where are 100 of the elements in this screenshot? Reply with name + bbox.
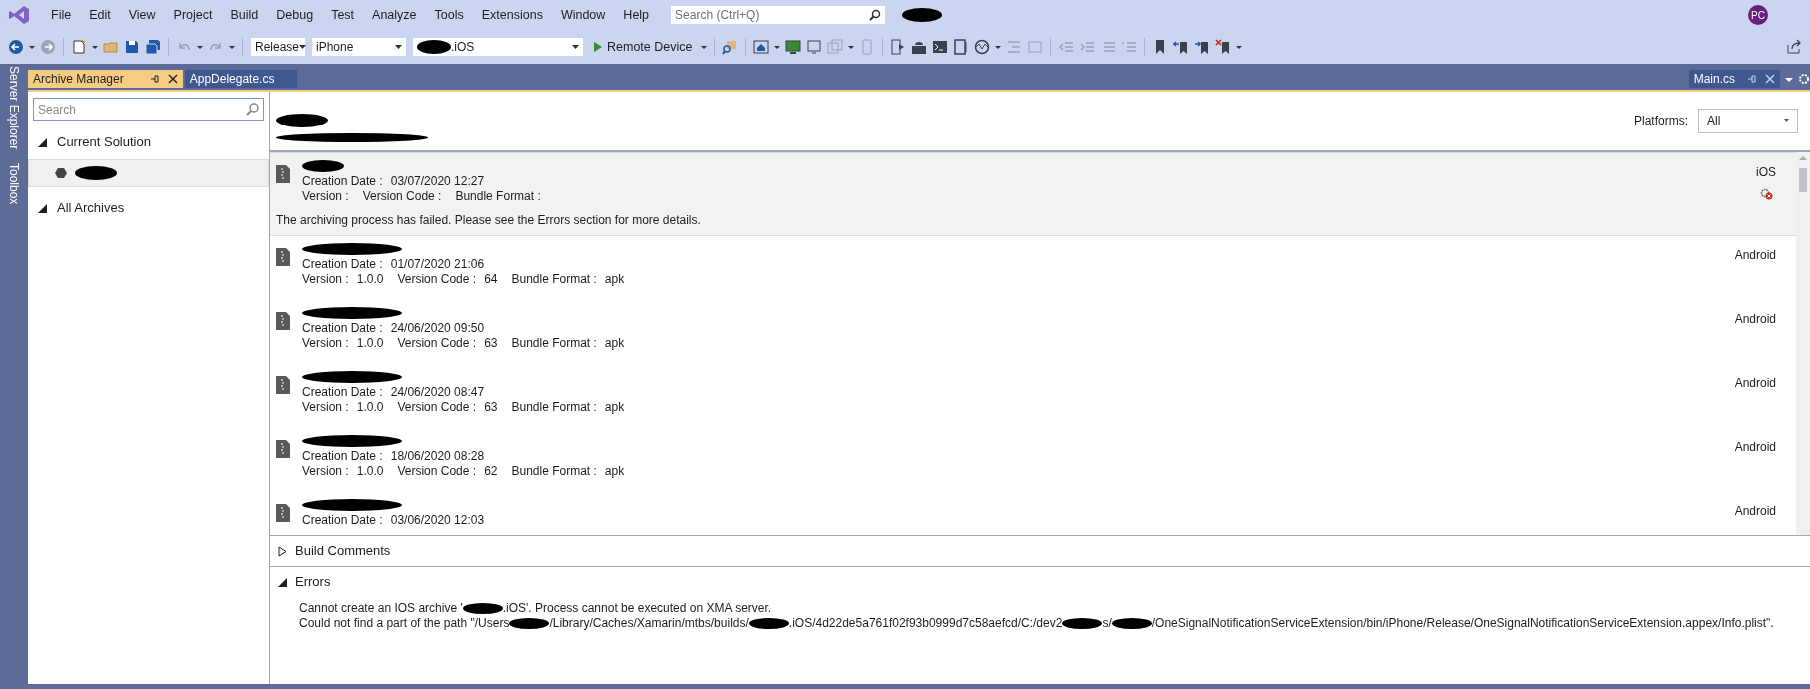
save-all-icon[interactable] — [145, 39, 161, 55]
search-field[interactable]: Search (Ctrl+Q) — [670, 5, 887, 25]
menu-item[interactable]: Extensions — [472, 1, 552, 29]
field-label: Version Code : — [397, 336, 477, 350]
new-file-icon[interactable] — [71, 39, 87, 55]
field-value: 63 — [484, 400, 498, 414]
search-icon — [869, 9, 882, 21]
side-tab[interactable]: Toolbox — [1, 163, 27, 205]
menu-item[interactable]: Window — [551, 1, 615, 29]
error-text: /OneSignalNotificationServiceExtension/bin/iPhone/Release/OneSignalNotificationServiceExtension.appex/Info.plist". — [1151, 616, 1774, 631]
tree-item[interactable]: All Archives — [28, 197, 269, 219]
menu-item[interactable]: Analyze — [363, 1, 426, 29]
monitor-icon[interactable] — [785, 39, 802, 55]
play-icon — [593, 41, 603, 53]
globe-icon[interactable] — [974, 39, 991, 55]
redaction-mark — [1111, 618, 1152, 629]
error-gear-icon — [1759, 187, 1773, 200]
menu-item[interactable]: Build — [221, 1, 268, 29]
search-field[interactable]: Search — [33, 98, 264, 121]
section-header[interactable]: Build Comments — [270, 536, 1810, 566]
redaction-mark — [75, 166, 117, 180]
terminal-icon[interactable] — [932, 39, 949, 55]
dropdown-value: .iOS — [451, 39, 475, 56]
document-tab[interactable]: AppDelegate.cs — [184, 70, 298, 88]
field-label: Bundle Format : — [511, 336, 597, 350]
field-label: Creation Date : — [302, 174, 383, 188]
dropdown-arrow-icon — [572, 44, 579, 50]
expander-icon[interactable] — [278, 576, 287, 588]
run-button[interactable]: Remote Device — [589, 37, 697, 57]
close-icon[interactable] — [167, 74, 178, 84]
pin-icon[interactable] — [149, 74, 160, 84]
expander-icon[interactable] — [38, 203, 47, 213]
find-icon[interactable] — [722, 39, 739, 55]
field-label: Version : — [302, 464, 349, 478]
scrollbar-thumb[interactable] — [1799, 168, 1807, 192]
archive-row[interactable]: Creation Date : 24/06/2020 09:50 Version : 1.0.0 Version Code : 63 Bundle Format : apk Android — [270, 300, 1796, 364]
menu-item[interactable]: Tools — [425, 1, 473, 29]
field-value: apk — [604, 272, 625, 286]
archive-row[interactable]: Creation Date : 01/07/2020 21:06 Version : 1.0.0 Version Code : 64 Bundle Format : apk Android — [270, 236, 1796, 300]
redaction-mark — [509, 618, 550, 629]
tablet-icon[interactable] — [953, 39, 970, 55]
error-text: Cannot create an IOS archive ' — [299, 601, 463, 616]
field-label: Bundle Format : — [511, 272, 597, 286]
project-dropdown[interactable]: .iOS — [412, 37, 584, 57]
redaction-mark — [276, 114, 328, 127]
home-screen-icon[interactable] — [753, 39, 770, 55]
menu-item[interactable]: Test — [322, 1, 364, 29]
menu-item[interactable]: File — [42, 1, 81, 29]
archive-row[interactable]: Creation Date : 03/06/2020 12:03 Android — [270, 492, 1796, 535]
error-text: Could not find a part of the path "/Users — [299, 616, 510, 631]
menu-item[interactable]: Edit — [80, 1, 120, 29]
menu-item[interactable]: View — [119, 1, 165, 29]
previous-bookmark-icon[interactable] — [1173, 39, 1190, 55]
field-value: apk — [604, 400, 625, 414]
redaction-mark — [748, 618, 789, 629]
field-value: 03/07/2020 12:27 — [390, 174, 485, 188]
section-header[interactable]: Errors — [270, 567, 1810, 597]
dropdown-value: iPhone — [316, 39, 354, 56]
archive-file-icon — [276, 312, 290, 330]
error-text: /Library/Caches/Xamarin/mtbs/builds/ — [549, 616, 749, 631]
account-avatar[interactable]: PC — [1748, 5, 1768, 25]
tree-item[interactable]: Current Solution — [28, 131, 269, 153]
menu-item[interactable]: Project — [164, 1, 222, 29]
device-dropdown[interactable]: iPhone — [311, 37, 407, 57]
platform-label: Android — [1734, 247, 1776, 264]
hexagon-icon — [55, 167, 67, 179]
error-text: s/ — [1102, 616, 1112, 631]
next-bookmark-icon[interactable] — [1194, 39, 1211, 55]
field-value: 01/07/2020 21:06 — [390, 257, 485, 271]
share-icon[interactable] — [1786, 39, 1802, 55]
dropdown-arrow-icon — [1784, 119, 1789, 123]
field-label: Creation Date : — [302, 385, 383, 399]
clear-bookmarks-icon[interactable] — [1215, 39, 1232, 55]
platform-label: Android — [1734, 375, 1776, 392]
tree-item[interactable] — [28, 159, 269, 187]
scrollbar[interactable] — [1796, 152, 1810, 535]
menu-item[interactable]: Debug — [267, 1, 323, 29]
field-label: Version : — [302, 189, 349, 203]
expander-icon[interactable] — [38, 137, 47, 147]
platforms-dropdown[interactable]: All — [1698, 109, 1798, 133]
redaction-mark — [462, 603, 503, 614]
configuration-dropdown[interactable]: Release — [250, 37, 306, 57]
android-box-icon[interactable] — [911, 39, 928, 55]
field-label: Creation Date : — [302, 513, 383, 527]
app-logo-icon — [8, 4, 30, 26]
expander-icon[interactable] — [278, 545, 287, 557]
field-label: Version Code : — [362, 189, 442, 203]
field-value: 63 — [484, 336, 498, 350]
platform-label: Android — [1734, 439, 1776, 456]
archive-row[interactable]: Creation Date : 18/06/2020 08:28 Version : 1.0.0 Version Code : 62 Bundle Format : apk Android — [270, 428, 1796, 492]
menu-item[interactable]: Help — [614, 1, 659, 29]
document-tab[interactable]: Archive Manager — [28, 70, 183, 88]
archive-row[interactable]: Creation Date : 24/06/2020 08:47 Version : 1.0.0 Version Code : 63 Bundle Format : apk Android — [270, 364, 1796, 428]
search-icon — [246, 103, 259, 116]
side-tab[interactable]: Server Explorer — [1, 66, 27, 150]
archive-row[interactable]: Creation Date : 03/07/2020 12:27 Version : Version Code : Bundle Format : iOS The archiving process has failed. Please see the Errors section for more details. — [270, 152, 1796, 236]
save-icon[interactable] — [124, 39, 140, 55]
field-value: 62 — [484, 464, 498, 478]
back-icon[interactable] — [8, 39, 24, 55]
archive-file-icon — [276, 440, 290, 458]
